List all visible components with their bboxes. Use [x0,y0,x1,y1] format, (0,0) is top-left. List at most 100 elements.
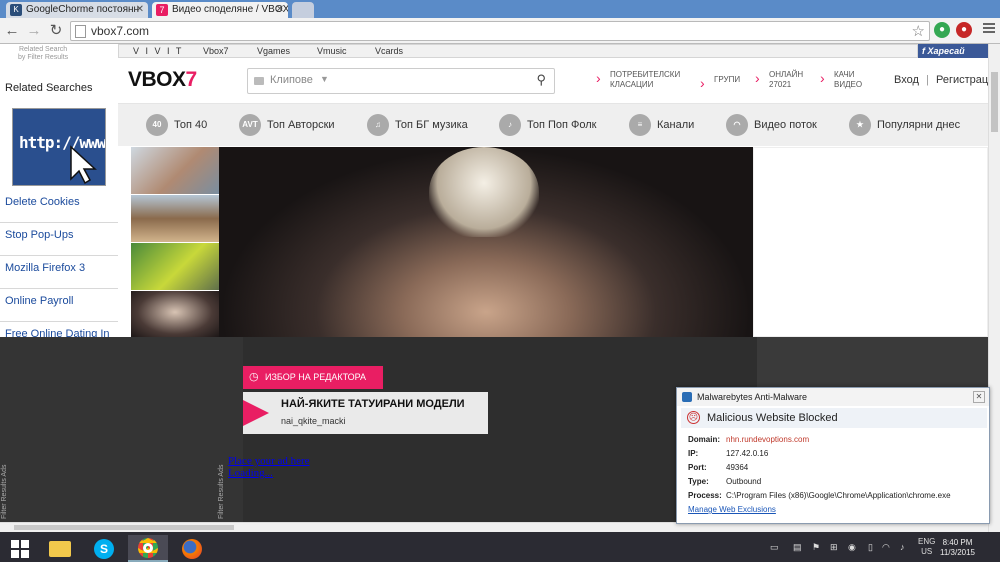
video-thumbnail[interactable] [131,147,219,194]
category-popular-today[interactable]: ★ Популярни днес [849,114,960,136]
tab-close-icon[interactable]: ✕ [276,2,284,18]
sidebar-link[interactable]: Online Payroll [0,289,118,322]
windows-logo-icon [11,539,29,558]
windows-tray-icon[interactable]: ⊞ [830,542,838,553]
browser-tab-1[interactable]: K GoogleChorme постоянн ✕ [6,2,148,18]
new-tab-button[interactable] [292,2,314,18]
sidebar-link[interactable]: Delete Cookies [0,190,118,223]
category-bar: 40 Топ 40 AVT Топ Авторски ♫ Топ БГ музика … [118,104,988,146]
header-link-groups[interactable]: ГРУПИ [700,75,740,89]
manage-exclusions-link[interactable]: Manage Web Exclusions [688,505,776,514]
video-thumbnail[interactable] [131,291,219,338]
ad-placeholder[interactable]: Place your ad here Loading... [228,455,310,479]
flag-icon[interactable]: ⚑ [812,542,820,553]
login-link[interactable]: Вход [894,74,919,86]
related-searches-heading: Related Searches [5,82,93,94]
topnav-link[interactable]: Vgames [257,46,290,56]
category-video-stream[interactable]: ◠ Видео поток [726,114,817,136]
topnav-link[interactable]: Vbox7 [203,46,229,56]
browser-tab-2[interactable]: 7 Видео споделяне / VBOX ✕ [152,2,288,18]
site-header: VBOX7 Клипове ▼ ⚲ ПОТРЕБИТЕЛСКИКЛАСАЦИИ … [118,58,1000,104]
category-channels[interactable]: ≡ Канали [629,114,694,136]
chrome-taskbar-icon[interactable] [128,535,168,562]
layers-icon: ≡ [629,114,651,136]
page-icon [75,25,86,38]
notification-alert: ☹ Malicious Website Blocked [681,408,987,428]
search-category-dropdown[interactable]: Клипове [270,74,313,86]
search-icon[interactable]: ⚲ [536,72,546,88]
topnav-link[interactable]: Vmusic [317,46,347,56]
tab-title: GoogleChorme постоянн [26,4,140,15]
wifi-icon: ◠ [726,114,748,136]
tray-icon[interactable]: ◉ [848,542,856,553]
network-tray-icon[interactable]: ▭ [770,542,779,553]
tab-close-icon[interactable]: ✕ [136,2,144,18]
skype-icon[interactable]: S [84,535,124,562]
play-arrow-icon [243,400,269,426]
forward-arrow-icon[interactable]: → [26,22,42,40]
detail-row: IP: 127.42.0.16 [688,449,769,458]
avt-icon: AVT [239,114,261,136]
firefox-icon[interactable] [172,535,212,562]
video-thumbnail[interactable] [131,243,219,290]
video-icon [254,77,264,85]
network-top-nav: V I V I T Vbox7 Vgames Vmusic Vcards [118,44,918,58]
ads-vertical-label: Filter Results Ads [1,464,8,519]
ads-vertical-label: Filter Results Ads [218,464,225,519]
tray-icon[interactable]: ▤ [793,542,802,553]
detail-row: Type: Outbound [688,477,762,486]
screen: K GoogleChorme постоянн ✕ 7 Видео сподел… [0,0,1000,562]
sidebar-caption: Related Search by Filter Results [18,46,69,61]
chevron-down-icon: ▼ [320,74,329,84]
sad-face-icon: ☹ [687,411,700,424]
category-top40[interactable]: 40 Топ 40 [146,114,207,136]
topnav-link[interactable]: Vcards [375,46,403,56]
address-bar[interactable]: vbox7.com ☆ [70,21,930,41]
detail-row: Domain: nhn.rundevoptions.com [688,435,810,444]
microphone-icon: ♪ [499,114,521,136]
detail-row: Process: C:\Program Files (x86)\Google\Ch… [688,491,951,500]
close-icon[interactable]: ✕ [973,391,985,403]
chrome-menu-icon[interactable] [983,23,995,35]
wifi-icon[interactable]: ◠ [882,542,890,553]
site-logo[interactable]: VBOX7 [128,68,197,92]
topnav-link[interactable]: V I V I T [133,46,183,56]
file-explorer-icon[interactable] [40,535,80,562]
extension-red-icon[interactable]: ● [956,22,972,38]
thumbnail-strip [131,147,219,338]
battery-icon[interactable]: ▯ [868,542,873,553]
category-top-authors[interactable]: AVT Топ Авторски [239,114,335,136]
facebook-like-button[interactable]: f Харесай [918,44,988,58]
malwarebytes-notification: Malwarebytes Anti-Malware ✕ ☹ Malicious … [676,387,990,524]
header-link-online[interactable]: ОНЛАЙН27021 [755,70,803,90]
extension-green-icon[interactable]: ● [934,22,950,38]
header-link-upload[interactable]: КАЧИВИДЕО [820,70,862,90]
tab-favicon-icon: K [10,4,22,16]
right-ad-area [753,147,988,337]
sidebar-link[interactable]: Mozilla Firefox 3 [0,256,118,289]
http-banner-image[interactable]: http://www [12,108,106,186]
featured-video-image-detail [429,147,539,237]
video-thumbnail[interactable] [131,195,219,242]
editors-choice-label[interactable]: ИЗБОР НА РЕДАКТОРА [243,366,383,389]
star-icon: ★ [849,114,871,136]
notification-titlebar: Malwarebytes Anti-Malware ✕ [677,388,989,406]
header-link-rankings[interactable]: ПОТРЕБИТЕЛСКИКЛАСАЦИИ [596,70,680,90]
featured-subtitle: nai_qkite_macki [281,416,346,426]
featured-caption[interactable]: НАЙ-ЯКИТЕ ТАТУИРАНИ МОДЕЛИ nai_qkite_mac… [243,392,488,434]
tab-title: Видео споделяне / VBOX [172,4,288,15]
sidebar-link[interactable]: Stop Pop-Ups [0,223,118,256]
language-indicator[interactable]: ENG US [918,537,935,557]
bookmark-star-icon[interactable]: ☆ [912,22,925,40]
category-bg-music[interactable]: ♫ Топ БГ музика [367,114,468,136]
address-url: vbox7.com [91,24,150,38]
headphones-icon: ♫ [367,114,389,136]
category-pop-folk[interactable]: ♪ Топ Поп Фолк [499,114,597,136]
volume-icon[interactable]: ♪ [900,542,905,552]
start-button[interactable] [0,535,40,562]
back-arrow-icon[interactable]: ← [4,22,20,40]
reload-icon[interactable]: ↻ [48,22,64,40]
clock[interactable]: 8:40 PM 11/3/2015 [940,538,975,558]
site-search-box[interactable]: Клипове ▼ ⚲ [247,68,555,94]
malwarebytes-logo-icon [682,392,692,402]
